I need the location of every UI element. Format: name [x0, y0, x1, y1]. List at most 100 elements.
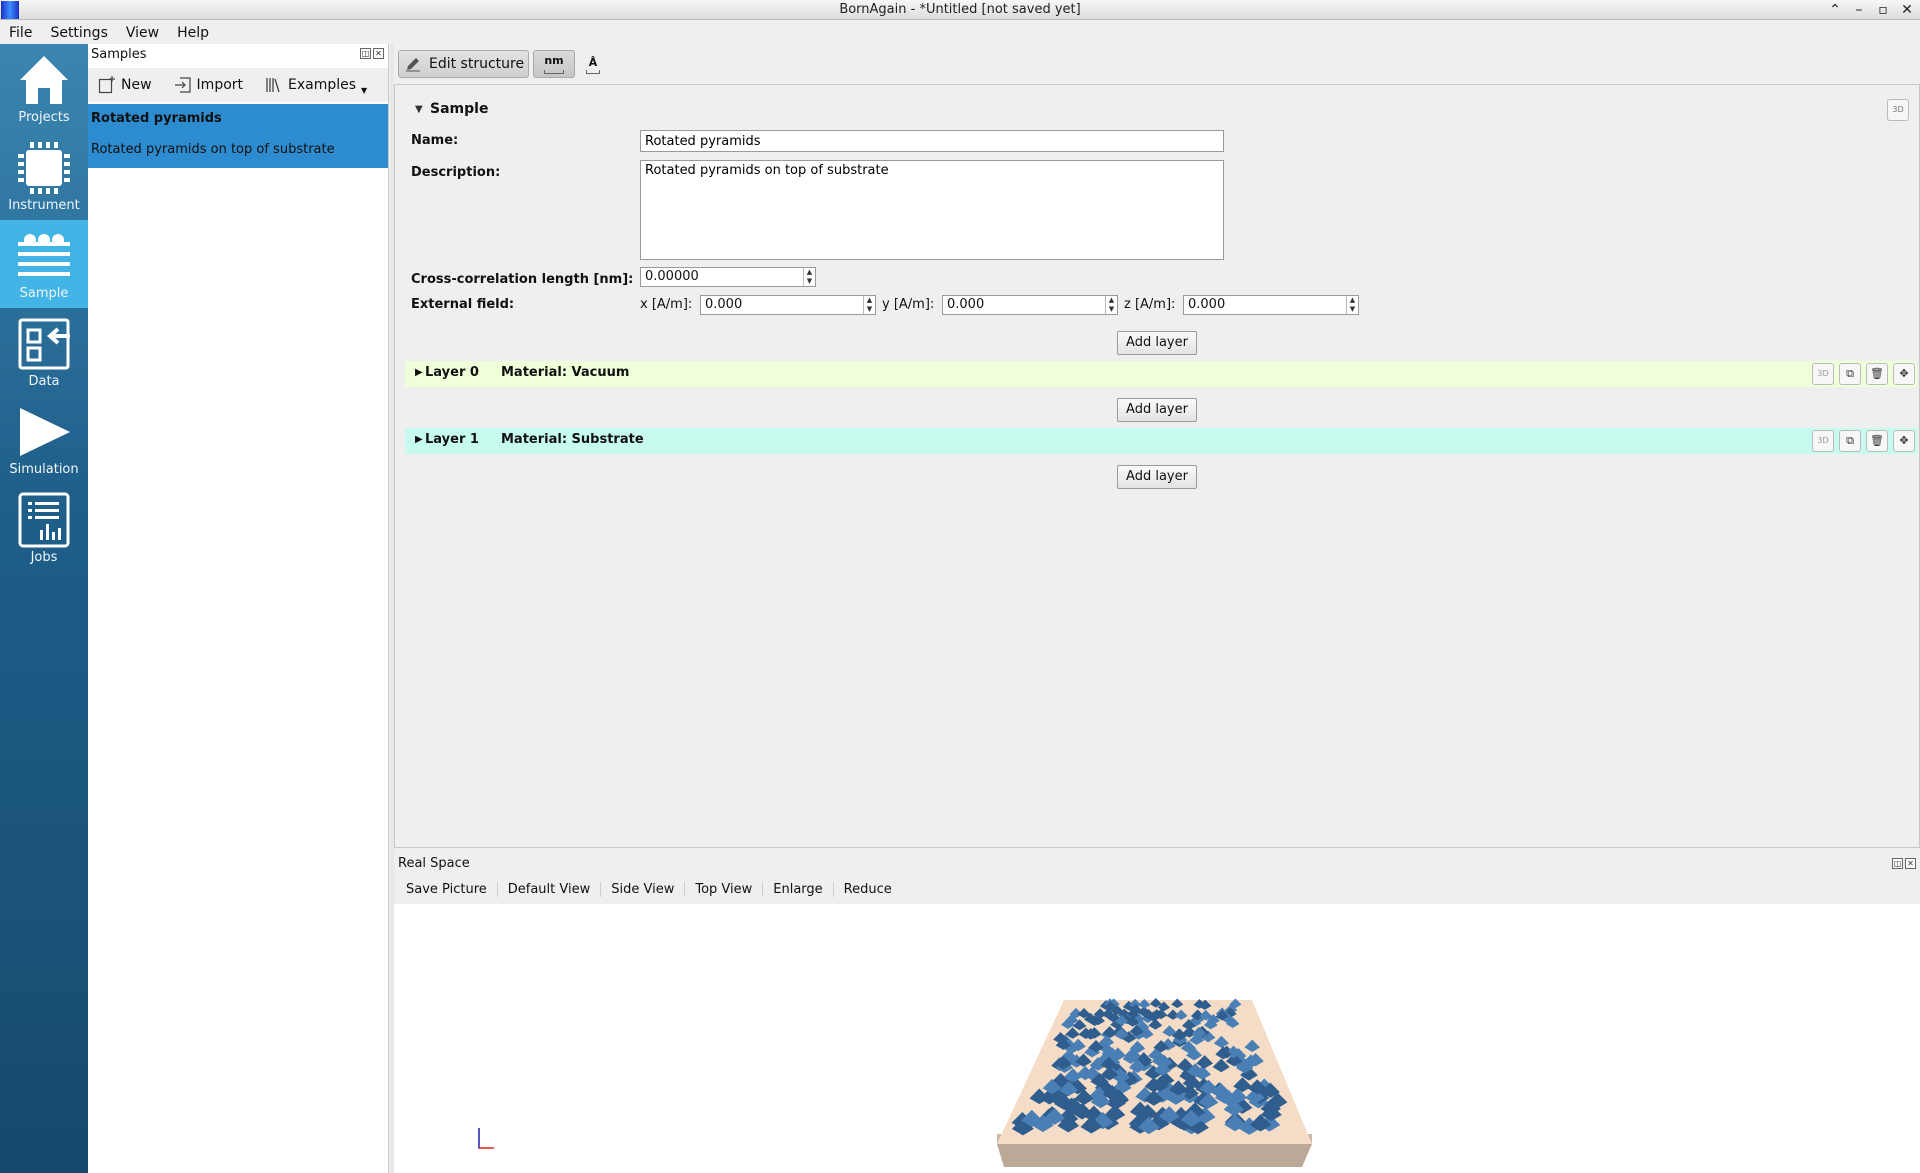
ruler-icon: [544, 70, 564, 74]
spin-arrows-icon[interactable]: ▲ ▼: [863, 296, 875, 314]
samples-panel: Samples ◫ ✕ New Import Examples ▼ Rotate…: [88, 44, 389, 1173]
minimize-window-icon[interactable]: –: [1850, 1, 1868, 19]
spin-arrows-icon[interactable]: ▲ ▼: [1105, 296, 1117, 314]
main-navigation: Projects Instrument Sample Data Simulati…: [0, 44, 88, 1173]
window-titlebar: BornAgain - *Untitled [not saved yet] ⌃ …: [0, 0, 1920, 20]
save-picture-button[interactable]: Save Picture: [394, 881, 498, 897]
layer-material: Material: Vacuum: [501, 365, 630, 380]
real-space-toolbar: Save Picture Default View Side View Top …: [394, 876, 1920, 902]
sample-description-input[interactable]: Rotated pyramids on top of substrate: [640, 160, 1224, 260]
move-layer-icon[interactable]: ✥: [1893, 430, 1915, 452]
add-layer-button[interactable]: Add layer: [1117, 398, 1197, 422]
window-title: BornAgain - *Untitled [not saved yet]: [839, 2, 1081, 17]
field-z-value: 0.000: [1188, 297, 1226, 312]
real-space-title: Real Space: [398, 856, 470, 871]
spin-arrows-icon[interactable]: ▲ ▼: [803, 268, 815, 286]
real-space-viewport[interactable]: [394, 904, 1920, 1173]
sample-name: Rotated pyramids: [91, 111, 222, 126]
cross-correlation-label: Cross-correlation length [nm]:: [411, 272, 634, 287]
examples-label: Examples: [288, 77, 357, 93]
add-layer-button[interactable]: Add layer: [1117, 465, 1197, 489]
delete-layer-icon[interactable]: 🗑: [1866, 363, 1888, 385]
new-document-icon: [98, 76, 115, 94]
default-view-button[interactable]: Default View: [498, 881, 602, 897]
new-sample-button[interactable]: New: [98, 76, 152, 94]
menu-settings[interactable]: Settings: [41, 25, 116, 41]
delete-layer-icon[interactable]: 🗑: [1866, 430, 1888, 452]
house-icon: [20, 56, 68, 104]
duplicate-layer-icon[interactable]: ⧉: [1839, 430, 1861, 452]
menu-view[interactable]: View: [117, 25, 168, 41]
shade-window-icon[interactable]: ⌃: [1826, 1, 1844, 19]
nav-jobs[interactable]: Jobs: [0, 484, 88, 572]
cross-correlation-value: 0.00000: [645, 269, 699, 284]
maximize-window-icon[interactable]: ▫: [1874, 1, 1892, 19]
unit-angstrom-button[interactable]: Å: [580, 50, 606, 78]
library-icon: [266, 78, 280, 93]
new-sample-label: New: [121, 77, 152, 93]
layers-icon: [18, 234, 70, 276]
menu-help[interactable]: Help: [168, 25, 218, 41]
panel-controls: ◫ ✕: [360, 48, 384, 59]
nav-data[interactable]: Data: [0, 308, 88, 396]
cross-correlation-spinbox[interactable]: 0.00000 ▲ ▼: [640, 267, 816, 287]
nav-instrument[interactable]: Instrument: [0, 132, 88, 220]
import-sample-button[interactable]: Import: [174, 76, 243, 94]
unit-nm-button[interactable]: nm: [533, 50, 575, 78]
3d-view-icon[interactable]: 3D: [1812, 363, 1834, 385]
samples-panel-title: Samples: [91, 47, 147, 62]
move-layer-icon[interactable]: ✥: [1893, 363, 1915, 385]
layer-name: Layer 1: [425, 432, 479, 447]
field-x-value: 0.000: [705, 297, 743, 312]
spin-arrows-icon[interactable]: ▲ ▼: [1346, 296, 1358, 314]
ruler-icon: [586, 70, 600, 74]
nav-sample[interactable]: Sample: [0, 220, 88, 308]
enlarge-button[interactable]: Enlarge: [763, 881, 834, 897]
duplicate-layer-icon[interactable]: ⧉: [1839, 363, 1861, 385]
sample-name-input[interactable]: [640, 130, 1224, 152]
layer-actions: 3D ⧉ 🗑 ✥: [1812, 430, 1915, 452]
close-window-icon[interactable]: ✕: [1898, 1, 1916, 19]
layer-row-1[interactable]: ▶ Layer 1 Material: Substrate 3D ⧉ 🗑 ✥: [405, 428, 1917, 454]
field-x-spinbox[interactable]: 0.000 ▲ ▼: [700, 295, 876, 315]
edit-structure-button[interactable]: Edit structure: [398, 50, 529, 78]
field-x-label: x [A/m]:: [640, 297, 693, 312]
sample-list-item[interactable]: Rotated pyramids Rotated pyramids on top…: [88, 104, 388, 168]
close-panel-icon[interactable]: ✕: [1905, 858, 1916, 869]
side-view-button[interactable]: Side View: [601, 881, 686, 897]
field-z-label: z [A/m]:: [1124, 297, 1176, 312]
pencil-icon: [406, 58, 420, 72]
description-label: Description:: [411, 165, 501, 180]
close-panel-icon[interactable]: ✕: [373, 48, 384, 59]
expand-layer-icon[interactable]: ▶: [415, 367, 423, 378]
nav-label: Data: [28, 374, 60, 389]
sample-3d-render[interactable]: [394, 904, 1920, 1173]
unit-angstrom-label: Å: [588, 56, 598, 69]
float-panel-icon[interactable]: ◫: [1892, 858, 1903, 869]
layer-row-0[interactable]: ▶ Layer 0 Material: Vacuum 3D ⧉ 🗑 ✥: [405, 361, 1917, 387]
sample-section-title: Sample: [430, 101, 489, 117]
reduce-button[interactable]: Reduce: [834, 882, 902, 897]
name-label: Name:: [411, 133, 459, 148]
field-y-label: y [A/m]:: [882, 297, 935, 312]
float-panel-icon[interactable]: ◫: [360, 48, 371, 59]
nav-label: Sample: [19, 286, 69, 301]
layer-material: Material: Substrate: [501, 432, 644, 447]
examples-button[interactable]: Examples ▼: [265, 76, 367, 95]
field-z-spinbox[interactable]: 0.000 ▲ ▼: [1183, 295, 1359, 315]
expand-layer-icon[interactable]: ▶: [415, 434, 423, 445]
chip-icon: [18, 142, 70, 194]
top-view-button[interactable]: Top View: [685, 881, 764, 897]
import-icon: [174, 77, 191, 93]
nav-label: Projects: [18, 110, 70, 125]
collapse-sample-icon[interactable]: ▼: [415, 104, 423, 115]
field-y-spinbox[interactable]: 0.000 ▲ ▼: [942, 295, 1118, 315]
add-layer-button[interactable]: Add layer: [1117, 331, 1197, 355]
3d-view-icon[interactable]: 3D: [1812, 430, 1834, 452]
menu-file[interactable]: File: [0, 25, 41, 41]
nav-simulation[interactable]: Simulation: [0, 396, 88, 484]
nav-label: Jobs: [30, 550, 58, 565]
field-y-value: 0.000: [947, 297, 985, 312]
3d-view-icon[interactable]: 3D: [1887, 99, 1909, 121]
nav-projects[interactable]: Projects: [0, 44, 88, 132]
